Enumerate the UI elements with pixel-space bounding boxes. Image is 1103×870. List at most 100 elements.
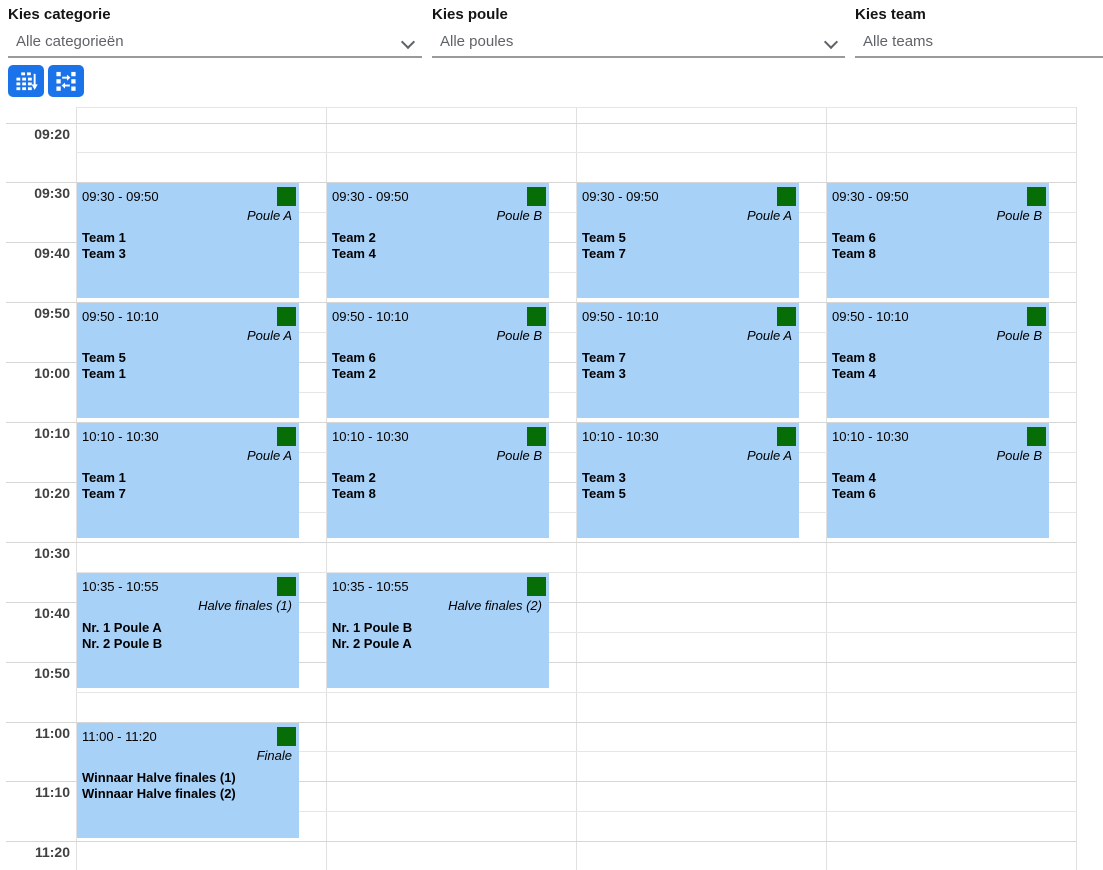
- event-card[interactable]: 10:10 - 10:30Poule B Team 2Team 8: [327, 423, 549, 538]
- scheduler-page: Kies categorie Alle categorieën Kies pou…: [0, 0, 1103, 870]
- event-card[interactable]: 09:30 - 09:50Poule A Team 5Team 7: [577, 183, 799, 298]
- event-team-name: Team 4: [832, 366, 1043, 382]
- event-time: 09:50 - 10:10: [582, 308, 793, 326]
- event-status-square-icon: [277, 427, 296, 446]
- event-team-name: Team 8: [332, 486, 543, 502]
- event-group-label: Poule A: [82, 326, 293, 345]
- grid-major-line: [6, 542, 1076, 543]
- time-label: 10:50: [0, 665, 70, 681]
- event-team-name: Nr. 1 Poule A: [82, 620, 293, 636]
- event-group-label: Poule B: [832, 446, 1043, 465]
- event-group-label: Poule B: [332, 326, 543, 345]
- event-status-square-icon: [527, 427, 546, 446]
- event-team-name: Team 5: [582, 230, 793, 246]
- event-time: 09:50 - 10:10: [332, 308, 543, 326]
- event-group-label: Halve finales (1): [82, 596, 293, 615]
- event-group-label: Poule A: [82, 206, 293, 225]
- event-team-name: Team 6: [832, 486, 1043, 502]
- grid-top-line: [76, 107, 1076, 108]
- event-status-square-icon: [777, 187, 796, 206]
- event-group-label: Poule B: [832, 326, 1043, 345]
- event-team-name: Team 2: [332, 366, 543, 382]
- scheduler: 09:2009:3009:4009:5010:0010:1010:2010:30…: [0, 0, 1103, 870]
- event-status-square-icon: [777, 427, 796, 446]
- grid-minor-line: [76, 152, 1076, 153]
- event-teams: Team 2Team 8: [332, 470, 543, 501]
- event-card[interactable]: 09:50 - 10:10Poule B Team 6Team 2: [327, 303, 549, 418]
- time-label: 11:10: [0, 784, 70, 800]
- time-label: 11:00: [0, 725, 70, 741]
- event-team-name: Team 3: [82, 246, 293, 262]
- event-team-name: Team 7: [582, 246, 793, 262]
- event-card[interactable]: 09:30 - 09:50Poule BTeam 6Team 8: [827, 183, 1049, 298]
- event-team-name: Nr. 2 Poule A: [332, 636, 543, 652]
- time-label: 10:40: [0, 605, 70, 621]
- event-card[interactable]: 09:50 - 10:10Poule ATeam 7Team 3: [577, 303, 799, 418]
- event-card[interactable]: 09:50 - 10:10Poule B Team 8Team 4: [827, 303, 1049, 418]
- grid-column-line: [1076, 107, 1077, 870]
- time-label: 09:20: [0, 126, 70, 142]
- event-team-name: Team 3: [582, 470, 793, 486]
- event-status-square-icon: [777, 307, 796, 326]
- event-card[interactable]: 10:35 - 10:55Halve finales (1)Nr. 1 Poul…: [77, 573, 299, 688]
- event-teams: Team 7Team 3: [582, 350, 793, 381]
- time-label: 10:10: [0, 425, 70, 441]
- event-group-label: Poule A: [582, 206, 793, 225]
- grid-minor-line: [76, 692, 1076, 693]
- event-status-square-icon: [277, 577, 296, 596]
- event-status-square-icon: [527, 307, 546, 326]
- event-team-name: Team 5: [582, 486, 793, 502]
- event-time: 10:10 - 10:30: [582, 428, 793, 446]
- event-teams: Team 1Team 7: [82, 470, 293, 501]
- event-team-name: Team 7: [582, 350, 793, 366]
- event-team-name: Team 3: [582, 366, 793, 382]
- event-team-name: Team 4: [332, 246, 543, 262]
- event-teams: Team 4Team 6: [832, 470, 1043, 501]
- event-group-label: Poule B: [332, 206, 543, 225]
- event-card[interactable]: 10:35 - 10:55Halve finales (2)Nr. 1 Poul…: [327, 573, 549, 688]
- event-group-label: Finale: [82, 746, 293, 765]
- event-teams: Team 5Team 7: [582, 230, 793, 261]
- event-time: 09:30 - 09:50: [832, 188, 1043, 206]
- event-time: 09:30 - 09:50: [582, 188, 793, 206]
- event-status-square-icon: [1027, 307, 1046, 326]
- time-label: 10:00: [0, 365, 70, 381]
- time-label: 09:40: [0, 245, 70, 261]
- event-group-label: Halve finales (2): [332, 596, 543, 615]
- event-team-name: Winnaar Halve finales (2): [82, 786, 293, 802]
- event-teams: Nr. 1 Poule BNr. 2 Poule A: [332, 620, 543, 651]
- event-time: 09:50 - 10:10: [832, 308, 1043, 326]
- event-card[interactable]: 10:10 - 10:30Poule A Team 3Team 5: [577, 423, 799, 538]
- event-group-label: Poule B: [332, 446, 543, 465]
- event-card[interactable]: 10:10 - 10:30Poule ATeam 1Team 7: [77, 423, 299, 538]
- time-label: 09:30: [0, 185, 70, 201]
- event-teams: Team 2Team 4: [332, 230, 543, 261]
- event-card[interactable]: 10:10 - 10:30Poule B Team 4Team 6: [827, 423, 1049, 538]
- event-time: 10:10 - 10:30: [832, 428, 1043, 446]
- event-time: 11:00 - 11:20: [82, 728, 293, 746]
- event-teams: Team 8Team 4: [832, 350, 1043, 381]
- event-team-name: Team 1: [82, 366, 293, 382]
- event-teams: Team 3Team 5: [582, 470, 793, 501]
- grid-major-line: [6, 841, 1076, 842]
- event-time: 09:30 - 09:50: [332, 188, 543, 206]
- event-team-name: Nr. 2 Poule B: [82, 636, 293, 652]
- event-team-name: Team 6: [832, 230, 1043, 246]
- event-status-square-icon: [527, 577, 546, 596]
- event-team-name: Team 8: [832, 246, 1043, 262]
- event-time: 10:10 - 10:30: [332, 428, 543, 446]
- event-team-name: Team 2: [332, 230, 543, 246]
- grid-major-line: [6, 123, 1076, 124]
- event-team-name: Team 1: [82, 230, 293, 246]
- event-time: 09:30 - 09:50: [82, 188, 293, 206]
- event-teams: Winnaar Halve finales (1)Winnaar Halve f…: [82, 770, 293, 801]
- event-team-name: Team 6: [332, 350, 543, 366]
- event-group-label: Poule A: [582, 446, 793, 465]
- event-card[interactable]: 09:50 - 10:10Poule ATeam 5Team 1: [77, 303, 299, 418]
- event-status-square-icon: [1027, 187, 1046, 206]
- event-teams: Team 1Team 3: [82, 230, 293, 261]
- event-teams: Team 6Team 2: [332, 350, 543, 381]
- event-card[interactable]: 11:00 - 11:20Finale Winnaar Halve finales…: [77, 723, 299, 838]
- event-card[interactable]: 09:30 - 09:50Poule B Team 2Team 4: [327, 183, 549, 298]
- event-card[interactable]: 09:30 - 09:50Poule A Team 1Team 3: [77, 183, 299, 298]
